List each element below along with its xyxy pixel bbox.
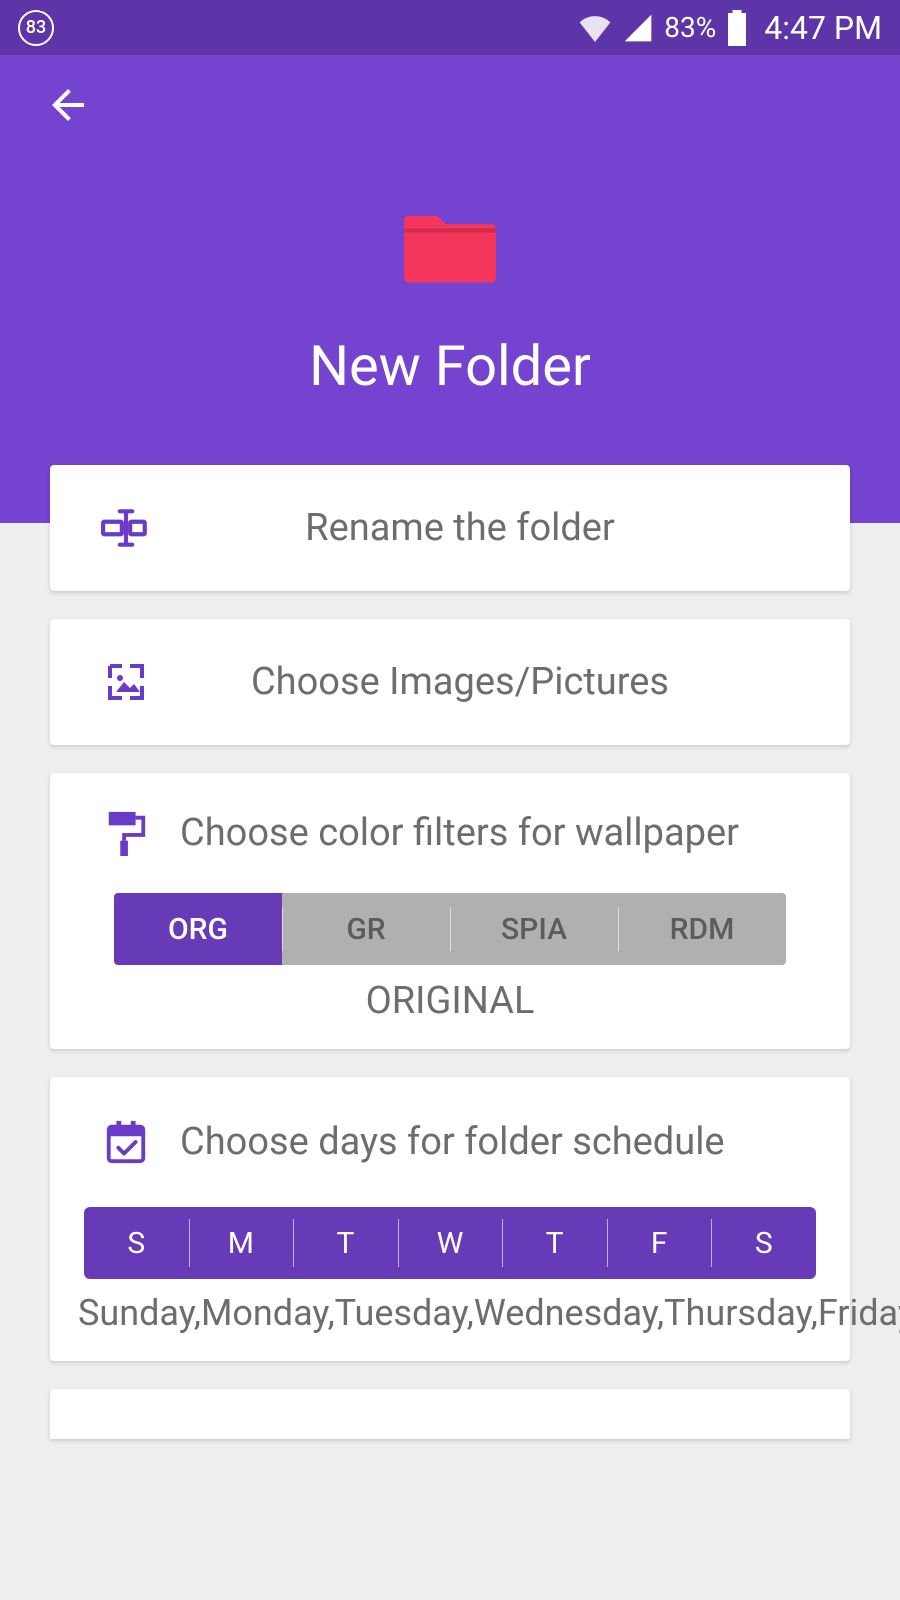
next-card-peek[interactable]	[50, 1389, 850, 1439]
rename-card[interactable]: Rename the folder	[50, 465, 850, 591]
rename-icon	[100, 506, 152, 550]
filters-label: Choose color filters for wallpaper	[152, 811, 820, 855]
day-mon[interactable]: M	[189, 1207, 294, 1279]
day-sun[interactable]: S	[84, 1207, 189, 1279]
status-time: 4:47 PM	[764, 9, 882, 47]
filter-selected-label: ORIGINAL	[50, 979, 850, 1049]
filter-option-org[interactable]: ORG	[114, 893, 282, 965]
battery-percent: 83%	[664, 11, 716, 44]
battery-icon	[726, 10, 748, 46]
status-bar: 83 83% 4:47 PM	[0, 0, 900, 55]
choose-images-label: Choose Images/Pictures	[152, 660, 820, 704]
days-segmented: S M T W T F S	[84, 1207, 816, 1279]
filter-option-spia[interactable]: SPIA	[450, 893, 618, 965]
image-picker-icon	[100, 658, 152, 706]
back-button[interactable]	[40, 77, 96, 133]
signal-icon	[622, 14, 654, 42]
filter-option-gr[interactable]: GR	[282, 893, 450, 965]
day-sat[interactable]: S	[711, 1207, 816, 1279]
rename-label: Rename the folder	[152, 506, 820, 550]
calendar-check-icon	[100, 1117, 152, 1167]
schedule-label: Choose days for folder schedule	[152, 1120, 820, 1164]
arrow-left-icon	[44, 81, 92, 129]
day-thu[interactable]: T	[502, 1207, 607, 1279]
paint-roller-icon	[100, 808, 152, 858]
page-title: New Folder	[309, 333, 591, 399]
day-tue[interactable]: T	[293, 1207, 398, 1279]
filter-segmented: ORG GR SPIA RDM	[114, 893, 786, 965]
day-wed[interactable]: W	[398, 1207, 503, 1279]
choose-images-card[interactable]: Choose Images/Pictures	[50, 619, 850, 745]
filters-card: Choose color filters for wallpaper ORG G…	[50, 773, 850, 1049]
schedule-selected-label: Sunday,Monday,Tuesday,Wednesday,Thursday…	[50, 1289, 850, 1361]
status-badge: 83	[18, 10, 54, 46]
folder-icon	[400, 203, 500, 291]
app-header: New Folder	[0, 55, 900, 523]
schedule-card: Choose days for folder schedule S M T W …	[50, 1077, 850, 1361]
filter-option-rdm[interactable]: RDM	[618, 893, 786, 965]
wifi-icon	[578, 14, 612, 42]
day-fri[interactable]: F	[607, 1207, 712, 1279]
